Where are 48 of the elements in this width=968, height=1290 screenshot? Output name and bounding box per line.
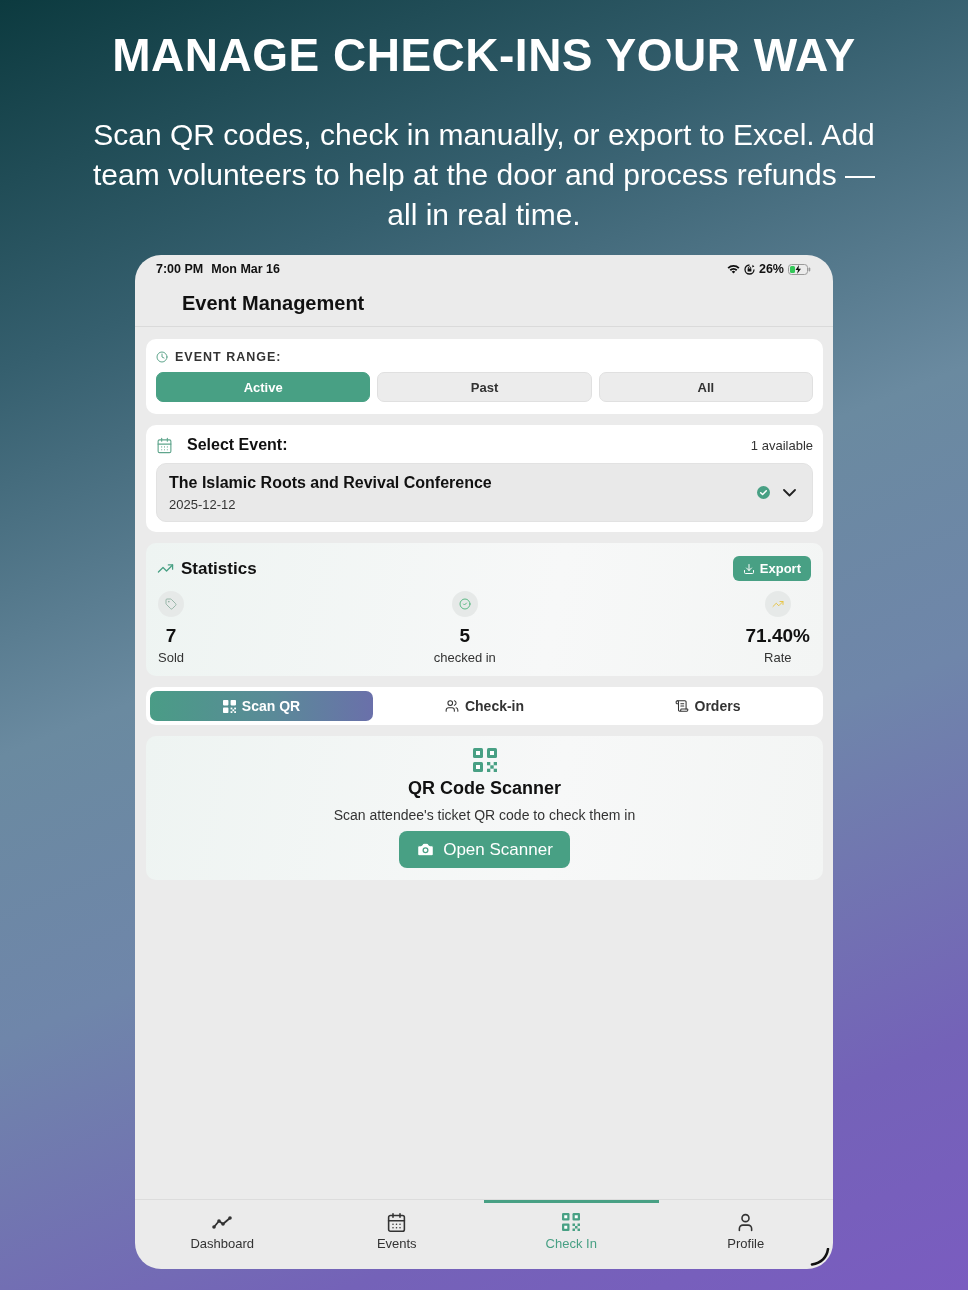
event-dropdown[interactable]: The Islamic Roots and Revival Conference 2025-12-12 [156, 463, 813, 522]
headline: MANAGE CHECK-INS YOUR WAY [112, 28, 856, 82]
qr-code-icon [472, 748, 497, 772]
tag-icon [158, 591, 184, 617]
nav-title: Event Management [182, 292, 365, 315]
event-date: 2025-12-12 [169, 496, 237, 512]
corner-arc-icon [810, 1248, 830, 1266]
scanner-title: QR Code Scanner [407, 778, 561, 799]
stat-value: 5 [459, 625, 471, 647]
select-event-label: Select Event: [187, 436, 288, 454]
clock-icon [156, 351, 168, 363]
tab-bar-item[interactable]: Events [309, 1200, 484, 1269]
stat-label: checked in [433, 650, 496, 665]
receipt-icon [674, 699, 689, 713]
check-circle-icon [451, 591, 478, 617]
trend-up-icon [764, 591, 791, 617]
camera-icon [416, 840, 436, 859]
statistics-title: Statistics [181, 558, 257, 579]
tab-bar-item[interactable]: Profile [658, 1200, 833, 1269]
tab-bar-item[interactable]: Dashboard [135, 1200, 310, 1269]
status-time: 7:00 PM [156, 262, 204, 276]
people-icon [444, 699, 459, 713]
wifi-icon [726, 264, 740, 274]
qr-code-icon [222, 699, 236, 713]
stat-label: Rate [764, 650, 792, 665]
qr-code-icon [562, 1213, 581, 1231]
chevron-down-icon [783, 488, 796, 497]
orientation-lock-icon [743, 263, 755, 275]
calendar-icon [156, 436, 173, 454]
calendar-icon [386, 1211, 408, 1233]
stat-label: Sold [158, 650, 185, 665]
event-range-label: EVENT RANGE: [175, 350, 282, 364]
range-option[interactable]: All [598, 372, 813, 402]
subheadline: Scan QR codes, check in manually, or export to Excel. Add team volunteers to help at the door and process refunds — all in real time. [91, 117, 877, 233]
battery-percent: 26% [758, 262, 784, 276]
mode-tab[interactable]: Scan QR [150, 691, 373, 721]
battery-charging-icon [788, 263, 811, 275]
event-name: The Islamic Roots and Revival Conference [169, 473, 492, 492]
line-chart-icon [212, 1215, 233, 1229]
status-date: Mon Mar 16 [211, 262, 280, 276]
mode-tab[interactable]: Orders [596, 691, 819, 721]
available-count: 1 available [750, 437, 813, 453]
mode-tab[interactable]: Check-in [373, 691, 596, 721]
range-option[interactable]: Past [377, 372, 592, 402]
stat-value: 7 [165, 625, 177, 647]
scanner-description: Scan attendee's ticket QR code to check them in [333, 807, 636, 823]
download-icon [742, 562, 755, 575]
stat-value: 71.40% [745, 625, 810, 647]
